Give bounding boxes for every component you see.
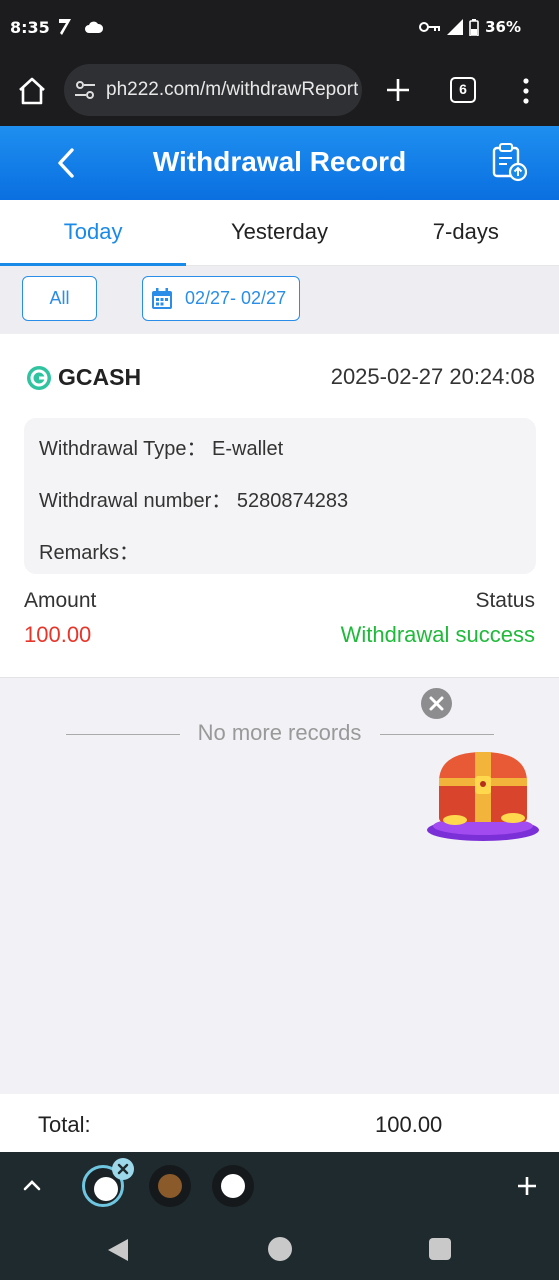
home-icon[interactable] <box>16 76 48 106</box>
status-system-icons: 36% <box>419 18 521 36</box>
treasure-chest-icon[interactable] <box>425 748 541 844</box>
gcash-logo-icon <box>27 365 51 390</box>
total-label: Total: <box>38 1112 91 1137</box>
withdrawal-number-row: Withdrawal number： 5280874283 <box>39 484 348 513</box>
signal-icon <box>447 19 464 35</box>
nav-recents-icon[interactable] <box>429 1238 451 1260</box>
nav-home-icon[interactable] <box>268 1237 292 1261</box>
page-title: Withdrawal Record <box>152 146 407 177</box>
clipboard-upload-icon[interactable] <box>490 142 528 182</box>
new-tab-icon[interactable] <box>384 76 412 104</box>
tab-today[interactable]: Today <box>0 200 187 266</box>
filter-bar: All 02/27- 02/27 <box>0 266 559 334</box>
chevron-up-icon[interactable] <box>20 1174 44 1198</box>
no-more-records-text: No more records <box>197 720 362 745</box>
site-favicon <box>158 1174 182 1198</box>
site-favicon <box>221 1174 245 1198</box>
no-more-records: No more records <box>0 720 559 748</box>
site-settings-icon[interactable] <box>74 80 96 100</box>
status-bar: 8:35 36% <box>0 0 559 56</box>
tab-thumbnail-3[interactable] <box>212 1165 254 1207</box>
close-promo-button[interactable] <box>421 688 452 719</box>
record-details: Withdrawal Type： E-wallet Withdrawal num… <box>24 418 536 574</box>
amount-label: Amount <box>24 589 97 612</box>
withdrawal-type-value: E-wallet <box>212 438 284 460</box>
battery-icon <box>469 18 479 36</box>
remarks-row: Remarks： <box>39 536 139 565</box>
total-bar: Total: 100.00 <box>0 1094 559 1152</box>
browser-tab-strip <box>0 1152 559 1220</box>
withdrawal-type-row: Withdrawal Type： E-wallet <box>39 432 283 461</box>
withdrawal-type-label: Withdrawal Type： <box>39 438 207 460</box>
date-range-button[interactable]: 02/27- 02/27 <box>142 276 300 321</box>
close-icon <box>117 1163 129 1175</box>
date-tabs: Today Yesterday 7-days <box>0 200 559 266</box>
status-time: 8:35 <box>10 18 50 37</box>
add-tab-icon[interactable] <box>515 1174 539 1198</box>
tab-yesterday[interactable]: Yesterday <box>186 200 372 265</box>
vpn-key-icon <box>419 22 441 32</box>
amount-value: 100.00 <box>24 622 92 647</box>
browser-toolbar: ph222.com/m/withdrawReport 6 <box>0 56 559 126</box>
site-favicon <box>94 1177 118 1201</box>
withdrawal-number-label: Withdrawal number： <box>39 490 232 512</box>
url-text: ph222.com/m/withdrawReport <box>106 79 359 100</box>
tab-7-days[interactable]: 7-days <box>373 200 559 265</box>
status-label: Status <box>475 589 535 612</box>
date-range-text: 02/27- 02/27 <box>185 288 287 308</box>
tab-thumbnail-2[interactable] <box>149 1165 191 1207</box>
system-navigation-bar <box>0 1220 559 1280</box>
withdrawal-record-card[interactable]: GCASH 2025-02-27 20:24:08 Withdrawal Typ… <box>0 334 559 678</box>
close-tab-button[interactable] <box>112 1158 134 1180</box>
record-datetime: 2025-02-27 20:24:08 <box>330 364 535 389</box>
close-icon <box>429 696 444 711</box>
payment-method: GCASH <box>26 364 141 391</box>
status-notification-icons <box>56 17 104 37</box>
cloud-icon <box>85 21 104 33</box>
type-filter-button[interactable]: All <box>22 276 97 321</box>
tab-switcher-button[interactable]: 6 <box>450 77 476 103</box>
nav-back-icon[interactable] <box>106 1237 130 1263</box>
total-value: 100.00 <box>375 1112 443 1137</box>
status-value: Withdrawal success <box>340 622 535 647</box>
divider-right <box>380 734 494 735</box>
remarks-label: Remarks： <box>39 542 140 564</box>
page-header: Withdrawal Record <box>0 126 559 200</box>
withdrawal-number-value: 5280874283 <box>236 490 349 512</box>
payment-method-name: GCASH <box>58 364 142 390</box>
battery-percent: 36% <box>485 18 521 36</box>
app-notification-icon <box>59 19 71 35</box>
more-menu-icon[interactable] <box>518 76 534 106</box>
calendar-icon <box>152 287 172 309</box>
address-bar[interactable]: ph222.com/m/withdrawReport <box>64 64 362 116</box>
